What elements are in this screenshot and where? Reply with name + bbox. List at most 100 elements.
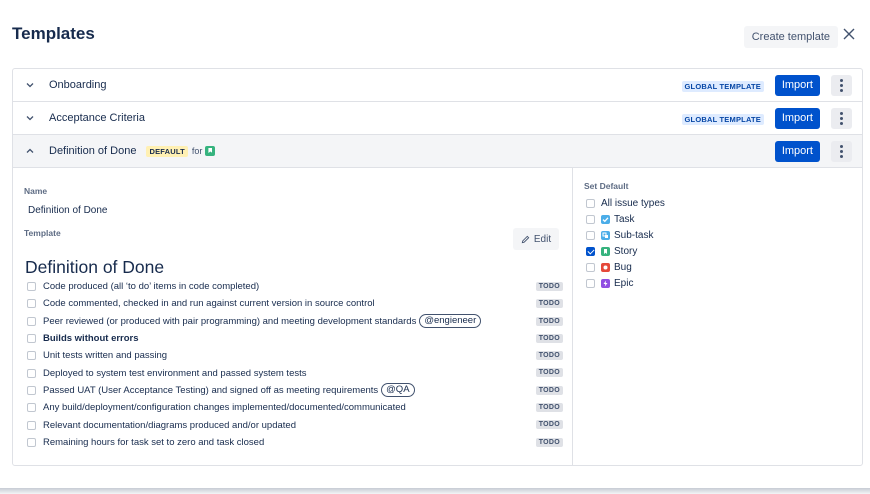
issue-type-label: Task bbox=[614, 213, 635, 225]
close-button[interactable] bbox=[838, 24, 860, 48]
item-checkbox[interactable] bbox=[27, 368, 36, 378]
chevron-down-icon[interactable] bbox=[23, 78, 37, 92]
issue-type-label: Story bbox=[614, 245, 638, 257]
item-text: Remaining hours for task set to zero and… bbox=[43, 436, 265, 448]
mention[interactable]: @engieneer bbox=[419, 314, 482, 329]
template-title: Definition of Done bbox=[49, 145, 137, 157]
checklist-item: Any build/deployment/configuration chang… bbox=[27, 399, 563, 416]
story-icon bbox=[205, 146, 216, 156]
more-options-button[interactable] bbox=[831, 141, 852, 162]
checklist-item: Code commented, checked in and run again… bbox=[27, 295, 563, 312]
close-icon bbox=[843, 28, 855, 40]
page-title: Templates bbox=[12, 24, 95, 43]
todo-status: TODO bbox=[535, 420, 563, 430]
checklist-item: Code produced (all ‘to do’ items in code… bbox=[27, 278, 563, 295]
edit-label: Edit bbox=[533, 233, 552, 245]
todo-status: TODO bbox=[535, 333, 563, 343]
checklist-item: Deployed to system test environment and … bbox=[27, 364, 563, 381]
template-row-definition-of-done[interactable]: Definition of Done DEFAULT for Import bbox=[13, 135, 862, 168]
template-label: Template bbox=[24, 228, 61, 238]
issue-type-checkbox[interactable] bbox=[586, 214, 595, 224]
issue-type-label: Epic bbox=[614, 277, 634, 289]
item-checkbox[interactable] bbox=[27, 385, 36, 395]
task-icon bbox=[601, 214, 610, 224]
pencil-icon bbox=[521, 235, 530, 243]
issue-type-list: All issue types Task Sub-task Story Bug … bbox=[586, 195, 665, 291]
bug-icon bbox=[601, 262, 610, 272]
issue-type-subtask[interactable]: Sub-task bbox=[586, 227, 665, 243]
template-content: Name Definition of Done Template Edit De… bbox=[13, 168, 573, 465]
item-text: Passed UAT (User Acceptance Testing) and… bbox=[43, 384, 379, 396]
checklist-item: Peer reviewed (or produced with pair pro… bbox=[27, 313, 563, 330]
todo-status: TODO bbox=[535, 368, 563, 378]
templates-panel: Onboarding GLOBAL TEMPLATE Import Accept… bbox=[12, 68, 863, 466]
checklist-item: Builds without errors TODO bbox=[27, 330, 563, 347]
checklist: Code produced (all ‘to do’ items in code… bbox=[27, 278, 563, 451]
item-text: Code produced (all ‘to do’ items in code… bbox=[43, 281, 260, 293]
item-checkbox[interactable] bbox=[27, 351, 36, 361]
todo-status: TODO bbox=[535, 437, 563, 447]
item-checkbox[interactable] bbox=[27, 437, 36, 447]
mention[interactable]: @QA bbox=[381, 383, 415, 398]
todo-status: TODO bbox=[535, 403, 563, 413]
create-template-button[interactable]: Create template bbox=[743, 26, 838, 48]
issue-type-checkbox[interactable] bbox=[586, 230, 595, 240]
item-checkbox[interactable] bbox=[27, 299, 36, 309]
name-value: Definition of Done bbox=[28, 205, 108, 216]
template-title: Acceptance Criteria bbox=[49, 112, 145, 124]
item-text: Relevant documentation/diagrams produced… bbox=[43, 419, 296, 431]
issue-type-label: Bug bbox=[614, 261, 632, 273]
item-text: Any build/deployment/configuration chang… bbox=[43, 402, 406, 414]
checklist-item: Passed UAT (User Acceptance Testing) and… bbox=[27, 382, 563, 399]
issue-type-story[interactable]: Story bbox=[586, 243, 665, 259]
issue-type-checkbox[interactable] bbox=[586, 246, 595, 256]
checklist-item: Relevant documentation/diagrams produced… bbox=[27, 416, 563, 433]
for-label: for bbox=[191, 146, 203, 156]
checklist-item: Unit tests written and passing TODO bbox=[27, 347, 563, 364]
modal-header: Templates Create template bbox=[12, 0, 870, 60]
item-checkbox[interactable] bbox=[27, 282, 36, 292]
import-button[interactable]: Import bbox=[774, 108, 820, 129]
issue-type-label: All issue types bbox=[601, 197, 665, 209]
import-button[interactable]: Import bbox=[774, 75, 820, 96]
set-default-label: Set Default bbox=[584, 181, 629, 191]
issue-type-checkbox[interactable] bbox=[586, 198, 595, 208]
todo-status: TODO bbox=[535, 282, 563, 291]
item-text: Peer reviewed (or produced with pair pro… bbox=[43, 315, 417, 327]
issue-type-checkbox[interactable] bbox=[586, 262, 595, 272]
import-button[interactable]: Import bbox=[774, 141, 820, 162]
todo-status: TODO bbox=[535, 385, 563, 395]
set-default-panel: Set Default All issue types Task Sub-tas… bbox=[573, 168, 862, 465]
item-checkbox[interactable] bbox=[27, 334, 36, 344]
template-detail: Name Definition of Done Template Edit De… bbox=[13, 168, 862, 465]
todo-status: TODO bbox=[535, 351, 563, 361]
chevron-up-icon[interactable] bbox=[23, 144, 37, 158]
subtask-icon bbox=[601, 230, 610, 240]
issue-type-bug[interactable]: Bug bbox=[586, 259, 665, 275]
epic-icon bbox=[601, 278, 610, 288]
more-icon bbox=[840, 145, 843, 148]
more-icon bbox=[840, 112, 843, 115]
item-text: Builds without errors bbox=[43, 333, 139, 345]
issue-type-epic[interactable]: Epic bbox=[586, 275, 665, 291]
issue-type-checkbox[interactable] bbox=[586, 278, 595, 288]
global-template-badge: GLOBAL TEMPLATE bbox=[681, 114, 764, 125]
chevron-down-icon[interactable] bbox=[23, 111, 37, 125]
story-icon bbox=[601, 246, 610, 256]
more-options-button[interactable] bbox=[831, 108, 852, 129]
more-icon bbox=[840, 79, 843, 82]
item-checkbox[interactable] bbox=[27, 403, 36, 413]
item-text: Unit tests written and passing bbox=[43, 350, 168, 362]
item-checkbox[interactable] bbox=[27, 316, 36, 326]
edit-button[interactable]: Edit bbox=[513, 228, 559, 250]
item-checkbox[interactable] bbox=[27, 420, 36, 430]
todo-status: TODO bbox=[535, 299, 563, 309]
more-options-button[interactable] bbox=[831, 75, 852, 96]
issue-type-all[interactable]: All issue types bbox=[586, 195, 665, 211]
default-badge: DEFAULT bbox=[146, 145, 188, 157]
background-page-edge bbox=[0, 488, 870, 494]
template-row-acceptance-criteria[interactable]: Acceptance Criteria GLOBAL TEMPLATE Impo… bbox=[13, 102, 862, 135]
item-text: Deployed to system test environment and … bbox=[43, 367, 307, 379]
issue-type-task[interactable]: Task bbox=[586, 211, 665, 227]
template-row-onboarding[interactable]: Onboarding GLOBAL TEMPLATE Import bbox=[13, 69, 862, 102]
